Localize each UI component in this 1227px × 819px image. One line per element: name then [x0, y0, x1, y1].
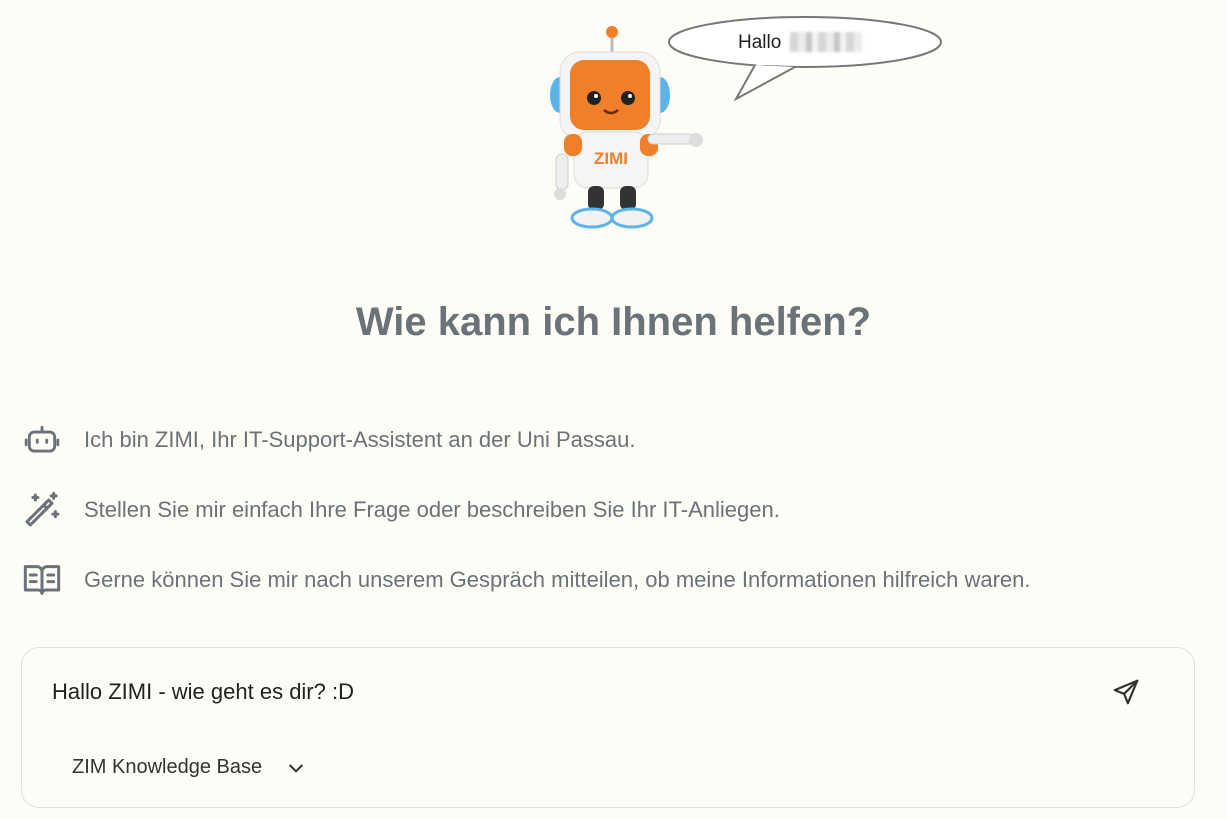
chat-composer: ZIM Knowledge Base — [21, 647, 1195, 808]
info-text: Stellen Sie mir einfach Ihre Frage oder … — [84, 497, 780, 522]
robot-icon — [20, 418, 64, 462]
send-button[interactable] — [1108, 674, 1144, 710]
knowledge-base-label: ZIM Knowledge Base — [72, 756, 263, 778]
page-title: Wie kann ich Ihnen helfen? — [355, 300, 872, 344]
book-open-icon — [20, 558, 64, 602]
info-item: Gerne können Sie mir nach unserem Gesprä… — [20, 545, 1180, 615]
info-list: Ich bin ZIMI, Ihr IT-Support-Assistent a… — [20, 405, 1180, 615]
knowledge-base-select[interactable]: ZIM Knowledge Base — [72, 756, 306, 779]
speech-bubble-text: Hallo — [738, 32, 782, 53]
redacted-name — [790, 32, 862, 52]
chevron-down-icon — [289, 764, 303, 772]
speech-bubble — [668, 16, 942, 102]
info-text: Gerne können Sie mir nach unserem Gesprä… — [84, 567, 1031, 592]
hero: ZIMI Hallo — [520, 15, 950, 235]
info-item: Stellen Sie mir einfach Ihre Frage oder … — [20, 475, 1180, 545]
mascot-chest-label: ZIMI — [594, 149, 628, 168]
message-input[interactable] — [50, 678, 1084, 706]
send-icon — [1113, 679, 1139, 705]
magic-wand-icon — [20, 488, 64, 532]
info-text: Ich bin ZIMI, Ihr IT-Support-Assistent a… — [84, 427, 636, 452]
info-item: Ich bin ZIMI, Ihr IT-Support-Assistent a… — [20, 405, 1180, 475]
